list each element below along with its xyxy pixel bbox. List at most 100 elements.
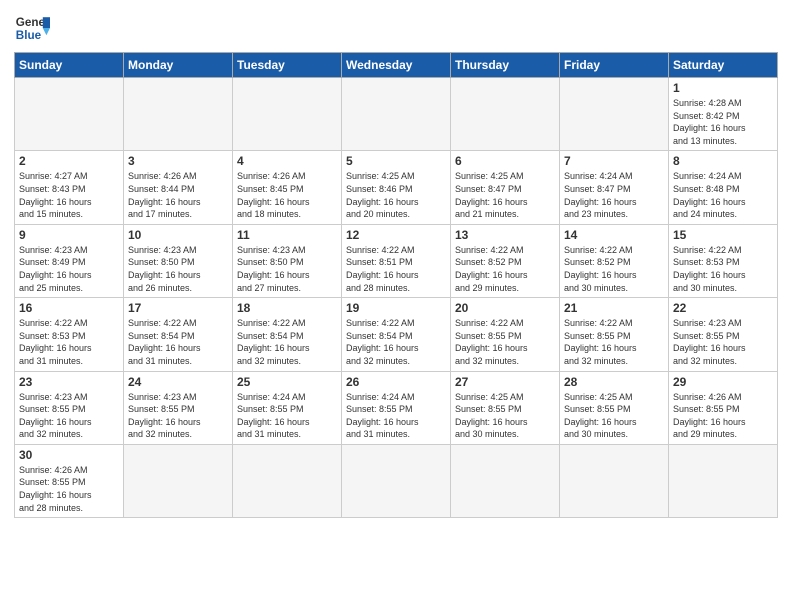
calendar-week-row: 16 Sunrise: 4:22 AM Sunset: 8:53 PM Dayli… — [15, 298, 778, 371]
day-number: 7 — [564, 154, 664, 168]
calendar-cell — [233, 78, 342, 151]
calendar-cell: 12Sunrise: 4:22 AM Sunset: 8:51 PM Dayli… — [342, 224, 451, 297]
day-number: 9 — [19, 228, 119, 242]
day-number: 13 — [455, 228, 555, 242]
calendar-cell: 3 Sunrise: 4:26 AM Sunset: 8:44 PM Daylig… — [124, 151, 233, 224]
calendar-cell: 23 Sunrise: 4:23 AM Sunset: 8:55 PM Dayli… — [15, 371, 124, 444]
calendar-cell — [451, 444, 560, 517]
calendar-week-row: 23 Sunrise: 4:23 AM Sunset: 8:55 PM Dayli… — [15, 371, 778, 444]
day-info: Sunrise: 4:27 AM Sunset: 8:43 PM Dayligh… — [19, 170, 119, 220]
day-info: Sunrise: 4:26 AM Sunset: 8:45 PM Dayligh… — [237, 170, 337, 220]
day-info: Sunrise: 4:24 AM Sunset: 8:48 PM Dayligh… — [673, 170, 773, 220]
day-info: Sunrise: 4:25 AM Sunset: 8:55 PM Dayligh… — [455, 391, 555, 441]
day-info: Sunrise: 4:22 AM Sunset: 8:53 PM Dayligh… — [19, 317, 119, 367]
calendar-table: SundayMondayTuesdayWednesdayThursdayFrid… — [14, 52, 778, 518]
calendar-cell: 24 Sunrise: 4:23 AM Sunset: 8:55 PM Dayli… — [124, 371, 233, 444]
calendar-header-thursday: Thursday — [451, 53, 560, 78]
calendar-cell — [124, 78, 233, 151]
day-info: Sunrise: 4:23 AM Sunset: 8:50 PM Dayligh… — [237, 244, 337, 294]
calendar-week-row: 1Sunrise: 4:28 AM Sunset: 8:42 PM Daylig… — [15, 78, 778, 151]
day-number: 8 — [673, 154, 773, 168]
calendar-cell — [560, 444, 669, 517]
day-number: 20 — [455, 301, 555, 315]
calendar-cell — [233, 444, 342, 517]
calendar-cell: 28Sunrise: 4:25 AM Sunset: 8:55 PM Dayli… — [560, 371, 669, 444]
calendar-week-row: 2 Sunrise: 4:27 AM Sunset: 8:43 PM Daylig… — [15, 151, 778, 224]
day-info: Sunrise: 4:28 AM Sunset: 8:42 PM Dayligh… — [673, 97, 773, 147]
day-info: Sunrise: 4:22 AM Sunset: 8:54 PM Dayligh… — [128, 317, 228, 367]
calendar-cell — [342, 444, 451, 517]
day-number: 26 — [346, 375, 446, 389]
calendar-cell: 8 Sunrise: 4:24 AM Sunset: 8:48 PM Daylig… — [669, 151, 778, 224]
day-number: 16 — [19, 301, 119, 315]
day-number: 3 — [128, 154, 228, 168]
day-info: Sunrise: 4:24 AM Sunset: 8:55 PM Dayligh… — [237, 391, 337, 441]
day-info: Sunrise: 4:22 AM Sunset: 8:54 PM Dayligh… — [346, 317, 446, 367]
day-info: Sunrise: 4:26 AM Sunset: 8:55 PM Dayligh… — [19, 464, 119, 514]
calendar-cell: 6Sunrise: 4:25 AM Sunset: 8:47 PM Daylig… — [451, 151, 560, 224]
day-info: Sunrise: 4:26 AM Sunset: 8:55 PM Dayligh… — [673, 391, 773, 441]
day-info: Sunrise: 4:22 AM Sunset: 8:54 PM Dayligh… — [237, 317, 337, 367]
calendar-cell: 21Sunrise: 4:22 AM Sunset: 8:55 PM Dayli… — [560, 298, 669, 371]
day-number: 5 — [346, 154, 446, 168]
day-info: Sunrise: 4:24 AM Sunset: 8:47 PM Dayligh… — [564, 170, 664, 220]
day-number: 23 — [19, 375, 119, 389]
day-number: 30 — [19, 448, 119, 462]
calendar-header-monday: Monday — [124, 53, 233, 78]
day-number: 2 — [19, 154, 119, 168]
day-number: 11 — [237, 228, 337, 242]
calendar-cell — [124, 444, 233, 517]
calendar-cell: 11 Sunrise: 4:23 AM Sunset: 8:50 PM Dayli… — [233, 224, 342, 297]
calendar-cell — [560, 78, 669, 151]
page: General Blue SundayMondayTuesdayWednesda… — [0, 0, 792, 528]
day-info: Sunrise: 4:26 AM Sunset: 8:44 PM Dayligh… — [128, 170, 228, 220]
day-info: Sunrise: 4:22 AM Sunset: 8:53 PM Dayligh… — [673, 244, 773, 294]
day-number: 29 — [673, 375, 773, 389]
calendar-cell: 27Sunrise: 4:25 AM Sunset: 8:55 PM Dayli… — [451, 371, 560, 444]
calendar-cell: 13 Sunrise: 4:22 AM Sunset: 8:52 PM Dayli… — [451, 224, 560, 297]
logo: General Blue — [14, 10, 50, 46]
day-number: 25 — [237, 375, 337, 389]
calendar-cell: 18 Sunrise: 4:22 AM Sunset: 8:54 PM Dayli… — [233, 298, 342, 371]
calendar-cell: 17 Sunrise: 4:22 AM Sunset: 8:54 PM Dayli… — [124, 298, 233, 371]
calendar-header-friday: Friday — [560, 53, 669, 78]
calendar-cell: 1Sunrise: 4:28 AM Sunset: 8:42 PM Daylig… — [669, 78, 778, 151]
day-number: 19 — [346, 301, 446, 315]
calendar-cell: 25 Sunrise: 4:24 AM Sunset: 8:55 PM Dayli… — [233, 371, 342, 444]
day-info: Sunrise: 4:24 AM Sunset: 8:55 PM Dayligh… — [346, 391, 446, 441]
svg-text:Blue: Blue — [16, 29, 42, 42]
day-number: 18 — [237, 301, 337, 315]
day-info: Sunrise: 4:22 AM Sunset: 8:52 PM Dayligh… — [455, 244, 555, 294]
calendar-cell: 10Sunrise: 4:23 AM Sunset: 8:50 PM Dayli… — [124, 224, 233, 297]
day-number: 4 — [237, 154, 337, 168]
calendar-week-row: 9 Sunrise: 4:23 AM Sunset: 8:49 PM Daylig… — [15, 224, 778, 297]
calendar-cell — [669, 444, 778, 517]
day-number: 21 — [564, 301, 664, 315]
day-info: Sunrise: 4:23 AM Sunset: 8:55 PM Dayligh… — [128, 391, 228, 441]
day-number: 12 — [346, 228, 446, 242]
day-number: 15 — [673, 228, 773, 242]
header: General Blue — [14, 10, 778, 46]
day-number: 28 — [564, 375, 664, 389]
day-number: 17 — [128, 301, 228, 315]
day-info: Sunrise: 4:22 AM Sunset: 8:55 PM Dayligh… — [455, 317, 555, 367]
calendar-cell: 16 Sunrise: 4:22 AM Sunset: 8:53 PM Dayli… — [15, 298, 124, 371]
day-number: 10 — [128, 228, 228, 242]
calendar-cell: 15 Sunrise: 4:22 AM Sunset: 8:53 PM Dayli… — [669, 224, 778, 297]
calendar-cell: 7 Sunrise: 4:24 AM Sunset: 8:47 PM Daylig… — [560, 151, 669, 224]
day-info: Sunrise: 4:23 AM Sunset: 8:49 PM Dayligh… — [19, 244, 119, 294]
calendar-header-sunday: Sunday — [15, 53, 124, 78]
calendar-cell: 4 Sunrise: 4:26 AM Sunset: 8:45 PM Daylig… — [233, 151, 342, 224]
day-info: Sunrise: 4:23 AM Sunset: 8:55 PM Dayligh… — [19, 391, 119, 441]
day-number: 22 — [673, 301, 773, 315]
calendar-cell: 29 Sunrise: 4:26 AM Sunset: 8:55 PM Dayli… — [669, 371, 778, 444]
calendar-cell: 2 Sunrise: 4:27 AM Sunset: 8:43 PM Daylig… — [15, 151, 124, 224]
calendar-cell — [451, 78, 560, 151]
day-info: Sunrise: 4:23 AM Sunset: 8:55 PM Dayligh… — [673, 317, 773, 367]
calendar-header-tuesday: Tuesday — [233, 53, 342, 78]
calendar-cell: 26 Sunrise: 4:24 AM Sunset: 8:55 PM Dayli… — [342, 371, 451, 444]
calendar-cell: 30 Sunrise: 4:26 AM Sunset: 8:55 PM Dayli… — [15, 444, 124, 517]
calendar-cell: 9 Sunrise: 4:23 AM Sunset: 8:49 PM Daylig… — [15, 224, 124, 297]
calendar-header-row: SundayMondayTuesdayWednesdayThursdayFrid… — [15, 53, 778, 78]
day-number: 24 — [128, 375, 228, 389]
